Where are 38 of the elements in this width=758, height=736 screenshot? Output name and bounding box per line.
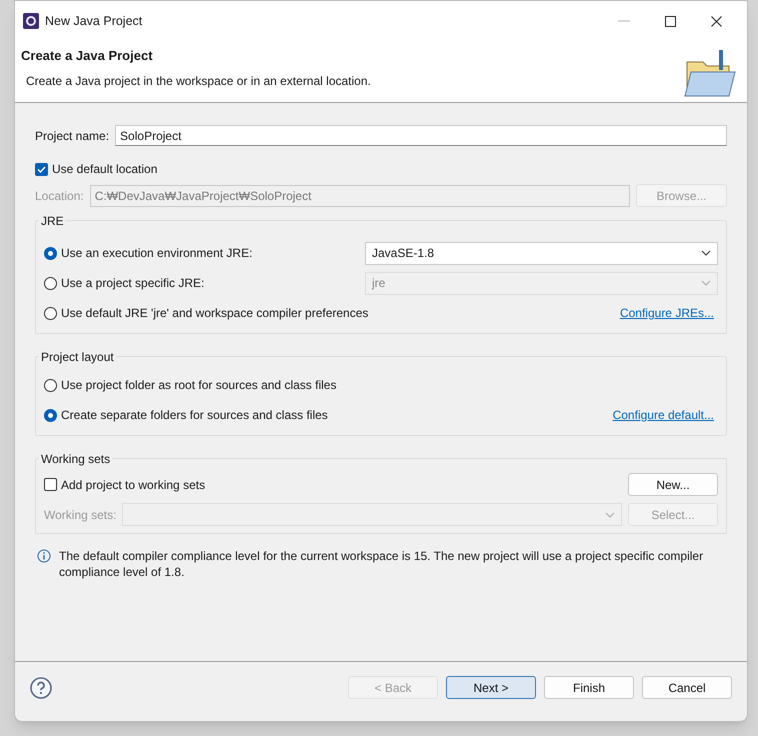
radio-label: Use project folder as root for sources and class files xyxy=(61,377,338,394)
project-name-field[interactable]: SoloProject xyxy=(115,125,727,146)
radio-button[interactable] xyxy=(44,306,57,320)
dialog-button[interactable]: Finish xyxy=(544,676,634,699)
chevron-down-icon xyxy=(605,512,615,518)
checkbox-label: Use default location xyxy=(52,161,158,178)
page-title: Create a Java Project xyxy=(21,47,154,65)
dialog-button[interactable]: Cancel xyxy=(642,676,732,699)
configure-link[interactable]: Configure JREs... xyxy=(620,304,714,322)
checkbox[interactable] xyxy=(44,478,57,491)
project-name-label: Project name: xyxy=(35,128,110,144)
chevron-down-icon xyxy=(701,280,711,286)
configure-link[interactable]: Configure default... xyxy=(612,406,714,424)
info-message: The default compiler compliance level for the current workspace is 15. The new project will use a project specific compiler compliance level of 1.8. xyxy=(59,548,704,580)
radio-label: Create separate folders for sources and class files xyxy=(61,407,329,424)
maximize-icon[interactable] xyxy=(664,16,676,26)
page-description: Create a Java project in the workspace or in an external location. xyxy=(26,72,372,90)
new-button[interactable]: New... xyxy=(628,473,718,496)
radio-button[interactable] xyxy=(44,408,57,422)
chevron-down-icon xyxy=(701,250,711,256)
radio-label: Use an execution environment JRE: xyxy=(61,245,254,262)
radio-button[interactable] xyxy=(44,246,57,260)
info-icon xyxy=(37,549,51,563)
radio-button[interactable] xyxy=(44,276,57,290)
close-icon[interactable] xyxy=(710,16,722,26)
location-label: Location: xyxy=(35,188,84,204)
jre-dropdown[interactable]: JavaSE-1.8 xyxy=(365,242,718,264)
radio-label: Use a project specific JRE: xyxy=(61,275,206,292)
radio-label: Use default JRE 'jre' and workspace compiler preferences xyxy=(61,305,370,322)
checkbox-label: Add project to working sets xyxy=(61,476,206,494)
working-sets-label: Working sets: xyxy=(44,506,116,524)
app-icon xyxy=(23,13,39,29)
checkmark-icon xyxy=(37,166,46,172)
checkbox[interactable] xyxy=(35,162,48,176)
window-title: New Java Project xyxy=(45,12,142,30)
radio-button[interactable] xyxy=(44,378,57,392)
dialog-button[interactable]: Next > xyxy=(446,676,536,699)
help-icon[interactable] xyxy=(30,676,52,698)
